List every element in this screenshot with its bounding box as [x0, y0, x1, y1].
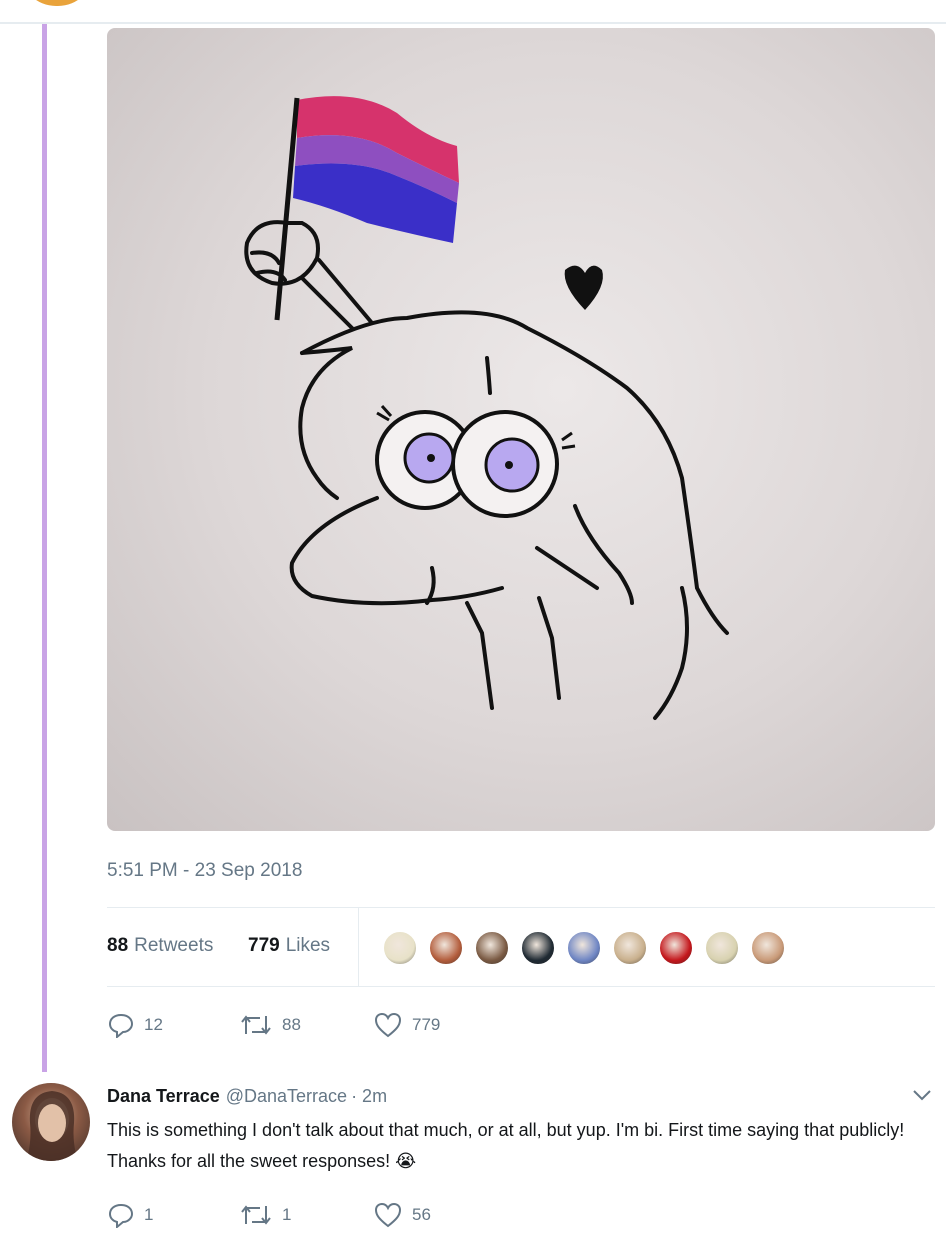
retweets-stat[interactable]: 88 Retweets [107, 935, 213, 957]
reply-text: This is something I don't talk about tha… [107, 1120, 905, 1171]
liker-avatar[interactable] [612, 930, 648, 966]
liker-avatar[interactable] [520, 930, 556, 966]
retweets-label: Retweets [134, 935, 214, 956]
retweet-icon [241, 1205, 271, 1225]
liker-avatar[interactable] [428, 930, 464, 966]
retweet-icon [241, 1015, 271, 1035]
reply-count: 12 [144, 1015, 163, 1034]
chevron-down-icon[interactable] [912, 1088, 932, 1102]
like-action[interactable]: 779 [374, 1012, 440, 1038]
stats-divider-top [107, 907, 935, 908]
liker-avatar[interactable] [382, 930, 418, 966]
reply-like-count: 56 [412, 1205, 431, 1224]
retweet-action[interactable]: 88 [240, 1012, 301, 1038]
retweet-count: 88 [282, 1015, 301, 1034]
likes-count: 779 [248, 935, 280, 956]
author-handle[interactable]: @DanaTerrace [226, 1086, 347, 1106]
avatar-photo [26, 1091, 78, 1161]
avatar[interactable] [12, 1083, 90, 1161]
reply-retweet-count: 1 [282, 1205, 292, 1224]
previous-tweet-avatar[interactable] [20, 0, 94, 6]
liker-avatar[interactable] [658, 930, 694, 966]
author-name[interactable]: Dana Terrace [107, 1086, 220, 1106]
tweet-image[interactable] [107, 28, 935, 831]
reply-reply-count: 1 [144, 1205, 154, 1224]
character-drawing [244, 96, 729, 720]
character-eyes [375, 404, 576, 518]
reply-retweet-action[interactable]: 1 [240, 1202, 291, 1228]
heart [564, 265, 603, 310]
raised-arm [244, 220, 374, 330]
tweet-divider [0, 22, 946, 24]
liker-avatar[interactable] [474, 930, 510, 966]
bi-flag [274, 96, 459, 321]
likes-stat[interactable]: 779 Likes [248, 935, 330, 957]
liker-avatar[interactable] [566, 930, 602, 966]
reply-time[interactable]: · 2m [351, 1086, 387, 1106]
tweet-timestamp[interactable]: 5:51 PM - 23 Sep 2018 [107, 860, 302, 882]
reply-action[interactable]: 12 [108, 1012, 163, 1038]
stats-divider-vertical [358, 907, 359, 986]
reply-author[interactable]: Dana Terrace @DanaTerrace · 2m [107, 1086, 387, 1107]
heart-icon [374, 1012, 402, 1038]
like-count: 779 [412, 1015, 441, 1034]
reply-icon [108, 1013, 134, 1038]
likes-label: Likes [285, 935, 331, 956]
reply-icon [108, 1203, 134, 1228]
thread-line [42, 24, 47, 1072]
reply-like-action[interactable]: 56 [374, 1202, 431, 1228]
heart-icon [374, 1202, 402, 1228]
liker-avatar[interactable] [704, 930, 740, 966]
retweets-count: 88 [107, 935, 129, 956]
reply-reply-action[interactable]: 1 [108, 1202, 153, 1228]
liker-avatar[interactable] [750, 930, 786, 966]
stats-divider-bottom [107, 986, 935, 987]
